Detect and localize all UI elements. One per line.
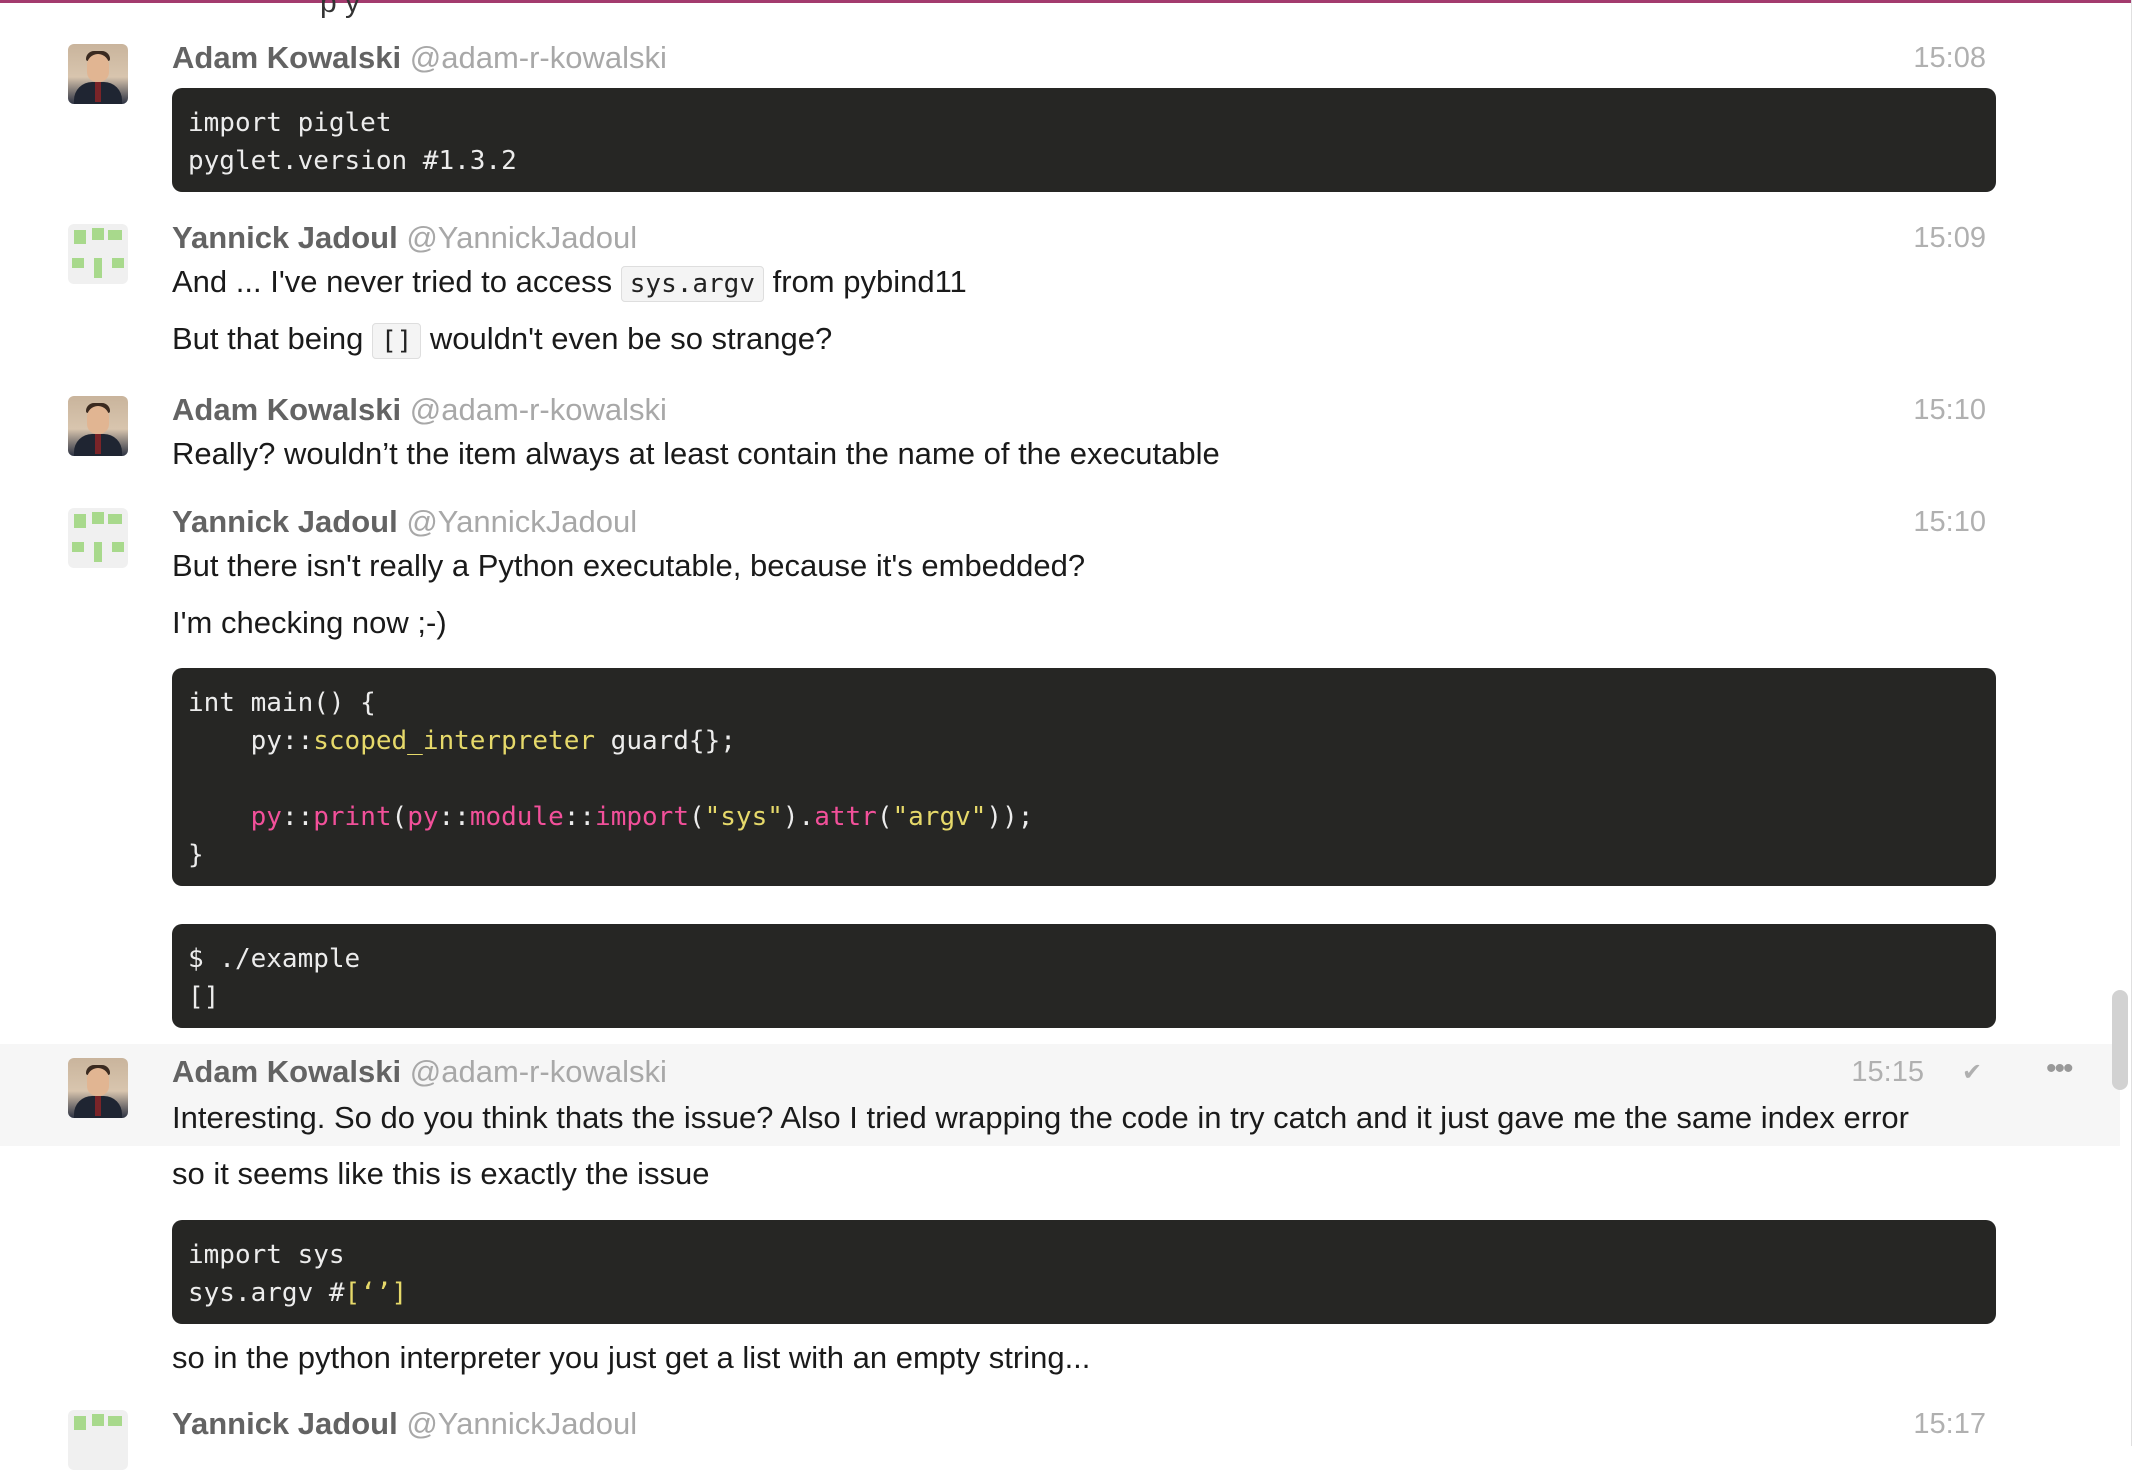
username[interactable]: Yannick Jadoul: [172, 220, 398, 255]
code-token: (: [391, 802, 408, 832]
inline-code: []: [371, 323, 422, 359]
message-item: Adam Kowalski @adam-r-kowalski 15:15 ✔ •…: [0, 1044, 2120, 1375]
more-options-icon[interactable]: •••: [2046, 1052, 2073, 1086]
message-text: Really? wouldn’t the item always at leas…: [172, 436, 1220, 471]
code-token: scoped_interpreter: [313, 726, 596, 756]
message-header: Yannick Jadoul @YannickJadoul: [172, 504, 637, 540]
text-segment: And ... I've never tried to access: [172, 264, 613, 299]
message-item: Yannick Jadoul @YannickJadoul 15:10 But …: [0, 496, 2120, 1036]
code-token: ).: [782, 802, 815, 832]
code-token: ::: [281, 802, 314, 832]
code-token: import: [595, 802, 689, 832]
code-token: ));: [986, 802, 1034, 832]
code-token: attr: [814, 802, 877, 832]
avatar[interactable]: [68, 44, 128, 104]
timestamp[interactable]: 15:10: [1913, 394, 1986, 427]
code-line: pyglet.version #1.3.2: [188, 146, 517, 176]
code-line: []: [188, 982, 220, 1012]
avatar[interactable]: [68, 508, 128, 568]
code-token: [‘’]: [344, 1278, 408, 1308]
timestamp[interactable]: 15:10: [1913, 506, 1986, 539]
message-header: Adam Kowalski @adam-r-kowalski: [172, 1054, 667, 1090]
code-token: ::: [281, 726, 314, 756]
code-token: "argv": [892, 802, 987, 832]
code-line: import piglet: [188, 108, 392, 138]
timestamp[interactable]: 15:09: [1913, 222, 1986, 255]
timestamp[interactable]: 15:08: [1913, 42, 1986, 75]
text-segment: But that being: [172, 321, 364, 356]
code-line: import sys: [188, 1240, 345, 1270]
previous-message-fragment: p y: [320, 0, 361, 19]
username[interactable]: Yannick Jadoul: [172, 504, 398, 539]
code-token: sys.argv #: [188, 1278, 345, 1308]
code-token: module: [469, 802, 564, 832]
code-token: ::: [563, 802, 596, 832]
username[interactable]: Adam Kowalski: [172, 1054, 401, 1089]
message-text: so in the python interpreter you just ge…: [172, 1340, 1091, 1375]
message-header: Adam Kowalski @adam-r-kowalski: [172, 40, 667, 76]
message-text: so it seems like this is exactly the iss…: [172, 1156, 710, 1191]
code-token: py: [250, 726, 282, 756]
text-segment: wouldn't even be so strange?: [429, 321, 833, 356]
code-block: import piglet pyglet.version #1.3.2: [172, 88, 1996, 192]
message-text: But that being [] wouldn't even be so st…: [172, 321, 833, 359]
timestamp[interactable]: 15:15: [1851, 1056, 1924, 1089]
message-item: Adam Kowalski @adam-r-kowalski 15:08 imp…: [0, 20, 2120, 210]
code-line: }: [188, 840, 204, 870]
code-block: $ ./example []: [172, 924, 1996, 1028]
inline-code: sys.argv: [620, 266, 764, 302]
username[interactable]: Adam Kowalski: [172, 40, 401, 75]
code-token: ::: [438, 802, 470, 832]
message-header: Adam Kowalski @adam-r-kowalski: [172, 392, 667, 428]
read-check-icon: ✔: [1962, 1059, 1983, 1086]
message-header: Yannick Jadoul @YannickJadoul: [172, 220, 637, 256]
code-line: $ ./example: [188, 944, 361, 974]
message-header: Yannick Jadoul @YannickJadoul: [172, 1406, 637, 1442]
user-handle[interactable]: @adam-r-kowalski: [410, 392, 667, 427]
message-text: But there isn't really a Python executab…: [172, 548, 1086, 583]
code-token: py: [407, 802, 439, 832]
code-token: guard{};: [595, 726, 736, 756]
message-text: And ... I've never tried to access sys.a…: [172, 264, 967, 302]
avatar[interactable]: [68, 1410, 128, 1470]
avatar[interactable]: [68, 396, 128, 456]
code-token: py: [250, 802, 282, 832]
avatar[interactable]: [68, 1058, 128, 1118]
username[interactable]: Yannick Jadoul: [172, 1406, 398, 1441]
message-item: Yannick Jadoul @YannickJadoul 15:17: [0, 1396, 2120, 1470]
scrollbar-thumb[interactable]: [2112, 990, 2128, 1090]
message-text: I'm checking now ;-): [172, 605, 447, 640]
message-text: Interesting. So do you think thats the i…: [172, 1100, 1909, 1135]
message-item: Adam Kowalski @adam-r-kowalski 15:10 Rea…: [0, 384, 2120, 494]
code-line: int main() {: [188, 688, 376, 718]
user-handle[interactable]: @YannickJadoul: [406, 1406, 637, 1441]
code-token: print: [313, 802, 392, 832]
user-handle[interactable]: @adam-r-kowalski: [410, 1054, 667, 1089]
code-token: (: [688, 802, 705, 832]
user-handle[interactable]: @YannickJadoul: [406, 504, 637, 539]
timestamp[interactable]: 15:17: [1913, 1408, 1986, 1441]
message-item: Yannick Jadoul @YannickJadoul 15:09 And …: [0, 210, 2120, 380]
code-block: import sys sys.argv #[‘’]: [172, 1220, 1996, 1324]
user-handle[interactable]: @adam-r-kowalski: [410, 40, 667, 75]
user-handle[interactable]: @YannickJadoul: [406, 220, 637, 255]
username[interactable]: Adam Kowalski: [172, 392, 401, 427]
code-token: (: [876, 802, 893, 832]
code-block: int main() { py::scoped_interpreter guar…: [172, 668, 1996, 886]
text-segment: from pybind11: [772, 264, 967, 299]
code-token: "sys": [704, 802, 783, 832]
avatar[interactable]: [68, 224, 128, 284]
